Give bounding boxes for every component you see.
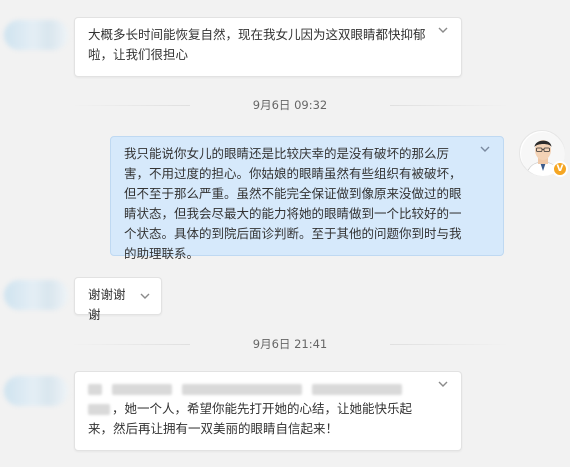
message-bubble-2[interactable]: 我只能说你女儿的眼睛还是比较庆幸的是没有破坏的那么厉害，不用过度的担心。你姑娘的… bbox=[110, 136, 504, 261]
v-badge-icon: V bbox=[552, 161, 568, 177]
message-bubble-1[interactable]: 大概多长时间能恢复自然，现在我女儿因为这双眼睛都快抑郁啦，让我们很担心 bbox=[74, 17, 462, 77]
divider-line bbox=[390, 105, 510, 106]
message-bubble-4[interactable]: ，她一个人，希望你能先打开她的心结，让她能快乐起来，然后再让拥有一双美丽的眼睛自… bbox=[74, 371, 462, 451]
patient-avatar bbox=[4, 376, 68, 406]
chevron-down-icon[interactable] bbox=[477, 141, 493, 157]
message-text-4: ，她一个人，希望你能先打开她的心结，让她能快乐起来，然后再让拥有一双美丽的眼睛自… bbox=[88, 401, 413, 436]
chevron-down-icon[interactable] bbox=[435, 22, 451, 38]
doctor-avatar[interactable]: V bbox=[519, 130, 568, 177]
message-text-3: 谢谢谢谢 bbox=[88, 287, 126, 322]
message-text-1: 大概多长时间能恢复自然，现在我女儿因为这双眼睛都快抑郁啦，让我们很担心 bbox=[88, 27, 426, 62]
timestamp-2: 9月6日 21:41 bbox=[70, 336, 510, 352]
message-text-2: 我只能说你女儿的眼睛还是比较庆幸的是没有破坏的那么厉害，不用过度的担心。你姑娘的… bbox=[124, 146, 462, 261]
message-bubble-3[interactable]: 谢谢谢谢 bbox=[74, 277, 162, 322]
patient-avatar bbox=[4, 20, 68, 50]
chevron-down-icon[interactable] bbox=[435, 376, 451, 392]
redacted-text-line bbox=[88, 379, 427, 399]
divider-line bbox=[390, 344, 510, 345]
timestamp-1: 9月6日 09:32 bbox=[70, 97, 510, 113]
chevron-down-icon[interactable] bbox=[137, 288, 153, 304]
redacted-text bbox=[88, 404, 110, 415]
patient-avatar bbox=[4, 280, 68, 310]
divider-line bbox=[70, 105, 190, 106]
divider-line bbox=[70, 344, 190, 345]
